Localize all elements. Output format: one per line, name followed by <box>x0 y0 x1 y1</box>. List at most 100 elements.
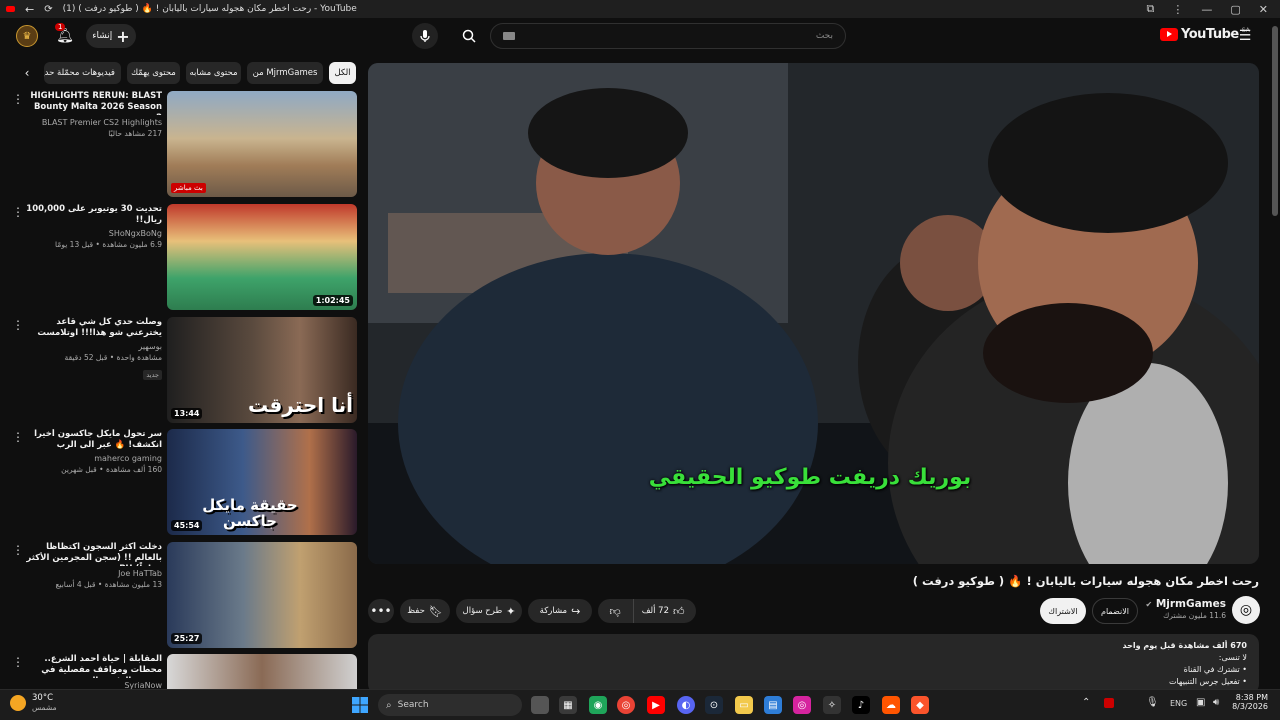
video-title[interactable]: وصلت حدي كل شي قاعد يخترعني شو هذا!!! او… <box>26 317 162 339</box>
tray-app-icon[interactable] <box>1104 698 1114 708</box>
create-label: إنشاء <box>92 31 113 41</box>
channel-name[interactable]: SHoNgxBoNg <box>26 229 162 238</box>
page-scrollbar[interactable] <box>1272 26 1278 216</box>
reload-icon[interactable]: ⟳ <box>44 4 52 15</box>
chip-label: من MjrmGames <box>252 68 318 78</box>
task-view-icon[interactable] <box>531 696 549 714</box>
taskbar-search[interactable]: ⌕ Search <box>378 694 522 716</box>
description-box[interactable]: 670 ألف مشاهدة قبل يوم واحد لا تنسى: • ت… <box>368 634 1259 694</box>
tray-chevron-icon[interactable]: ⌃ <box>1082 697 1090 708</box>
menu-dots-icon[interactable]: ⋮ <box>1172 3 1183 16</box>
channel-name[interactable]: maherco gaming <box>26 454 162 463</box>
sparkle-icon: ✦ <box>506 604 516 618</box>
more-options-icon[interactable]: ⋮ <box>12 544 24 556</box>
video-thumbnail[interactable]: 25:27 <box>167 542 357 648</box>
store-icon[interactable]: ▦ <box>559 696 577 714</box>
video-title[interactable]: دخلت أكثر السجون اكتظاظاً بالعالم !! (سج… <box>26 542 162 566</box>
instagram-icon[interactable]: ◎ <box>793 696 811 714</box>
discord-icon[interactable]: ◐ <box>677 696 695 714</box>
video-title[interactable]: سر تحول مايكل جاكسون أخيراً انكشف! 🔥 عبر… <box>26 429 162 451</box>
close-icon[interactable]: ✕ <box>1259 3 1268 16</box>
clock-date: 8/3/2026 <box>1232 702 1268 711</box>
app-blue-icon[interactable]: ▤ <box>764 696 782 714</box>
brave-icon[interactable]: ◆ <box>911 696 929 714</box>
channel-name[interactable]: Joe HaTTab <box>26 569 162 578</box>
weather-widget[interactable]: 30°C مشمس <box>10 693 57 712</box>
chips-scroll-left-icon[interactable]: ‹ <box>18 64 36 82</box>
video-title[interactable]: المقابلة | حياة أحمد الشرع.. محطات ومواق… <box>26 654 162 678</box>
steam-icon[interactable]: ⊙ <box>705 696 723 714</box>
more-options-icon[interactable]: ⋮ <box>12 431 24 443</box>
network-icon[interactable]: ▣ <box>1196 697 1205 708</box>
channel-name[interactable]: BLAST Premier CS2 Highlights <box>26 118 162 127</box>
minimize-icon[interactable]: — <box>1201 3 1212 16</box>
chip-from-channel[interactable]: من MjrmGames <box>247 62 323 84</box>
dislike-button[interactable]: 👎︎ <box>602 599 629 623</box>
channel-avatar[interactable]: ◎ <box>1232 596 1260 624</box>
taskbar-search-label: Search <box>397 700 429 710</box>
join-button[interactable]: الانضمام <box>1092 598 1138 624</box>
create-button[interactable]: إنشاء + <box>86 24 136 48</box>
like-button[interactable]: 👍︎ 72 ألف <box>632 599 693 623</box>
extensions-icon[interactable]: ⧉ <box>1147 2 1155 16</box>
mustache-logo-icon: ◎ <box>1239 602 1253 618</box>
video-title[interactable]: تحديت 30 يوتيوبر على 100,000 ريال!! <box>26 204 162 226</box>
channel-name[interactable]: بوسهير <box>26 342 162 351</box>
channel-info[interactable]: ✔ MjrmGames 11.6 مليون مشترك <box>1142 598 1226 620</box>
chip-for-you[interactable]: محتوى يهمّك <box>127 62 180 84</box>
keyboard-icon[interactable] <box>503 32 515 40</box>
video-thumbnail[interactable]: أنا احترقت 13:44 <box>167 317 357 423</box>
volume-icon[interactable]: 🔊︎ <box>1213 697 1219 708</box>
folder-icon[interactable]: ▭ <box>735 696 753 714</box>
chip-recently-uploaded[interactable]: فيديوهات محمّلة حديثًا <box>44 62 121 84</box>
more-options-icon[interactable]: ⋮ <box>12 206 24 218</box>
windows-start-icon[interactable] <box>351 696 369 714</box>
account-avatar[interactable]: ♛ <box>16 25 38 47</box>
recommendation-item[interactable]: المقابلة | حياة أحمد الشرع.. محطات ومواق… <box>0 654 360 689</box>
tray-mic-icon[interactable]: 🎙︎ <box>1146 697 1159 708</box>
chip-all[interactable]: الكل <box>329 62 356 84</box>
app-green-icon[interactable]: ◉ <box>589 696 607 714</box>
youtube-app-icon[interactable]: ▶ <box>647 696 665 714</box>
more-options-icon[interactable]: ⋮ <box>12 93 24 105</box>
like-dislike-group: 👍︎ 72 ألف 👎︎ <box>598 599 696 623</box>
more-horizontal-icon: ••• <box>370 604 392 618</box>
channel-name[interactable]: MjrmGames <box>1156 598 1226 610</box>
subscribe-button[interactable]: الاشتراك <box>1040 598 1086 624</box>
chip-label: فيديوهات محمّلة حديثًا <box>44 68 115 78</box>
back-icon[interactable]: ← <box>25 3 34 16</box>
youtube-logo-text: YouTube <box>1181 27 1239 42</box>
more-options-icon[interactable]: ⋮ <box>12 319 24 331</box>
chrome-icon[interactable]: ◎ <box>617 696 635 714</box>
video-thumbnail[interactable] <box>167 654 357 689</box>
search-button[interactable] <box>454 23 484 49</box>
app-dark-icon[interactable]: ✧ <box>823 696 841 714</box>
soundcloud-icon[interactable]: ☁ <box>882 696 900 714</box>
more-actions-button[interactable]: ••• <box>368 599 394 623</box>
tiktok-icon[interactable]: ♪ <box>852 696 870 714</box>
video-thumbnail[interactable]: حقيقة مايكل جاكسن 45:54 <box>167 429 357 535</box>
video-meta: 13 مليون مشاهدة • قبل 4 أسابيع <box>55 580 162 589</box>
language-indicator[interactable]: ENG <box>1170 699 1187 708</box>
search-input[interactable]: بحث <box>490 23 846 49</box>
share-icon: ↪ <box>571 604 581 618</box>
thumbs-up-icon: 👍︎ <box>672 604 685 618</box>
video-thumbnail[interactable]: بث مباشر <box>167 91 357 197</box>
more-options-icon[interactable]: ⋮ <box>12 656 24 668</box>
share-button[interactable]: ↪ مشاركة <box>528 599 592 623</box>
hamburger-menu-icon[interactable]: ☰ <box>1236 27 1254 45</box>
description-line: • تشترك في القناة <box>1183 665 1247 674</box>
live-badge: بث مباشر <box>171 183 206 193</box>
search-icon <box>462 29 476 43</box>
ask-button[interactable]: ✦ طرح سؤال <box>456 599 522 623</box>
clock[interactable]: 8:38 PM 8/3/2026 <box>1228 693 1268 711</box>
channel-name[interactable]: SyriaNow <box>26 681 162 689</box>
maximize-icon[interactable]: ▢ <box>1230 3 1240 16</box>
notifications-button[interactable]: 🔔︎ 1 <box>54 23 76 47</box>
save-button[interactable]: 🔖︎ حفظ <box>400 599 450 623</box>
voice-search-button[interactable] <box>412 23 438 49</box>
video-title[interactable]: HIGHLIGHTS RERUN: BLAST Bounty Malta 202… <box>26 91 162 115</box>
video-thumbnail[interactable]: 1:02:45 <box>167 204 357 310</box>
video-title: رحت اخطر مكان هجوله سيارات باليابان ! 🔥 … <box>912 574 1259 588</box>
chip-related[interactable]: محتوى مشابه <box>186 62 241 84</box>
